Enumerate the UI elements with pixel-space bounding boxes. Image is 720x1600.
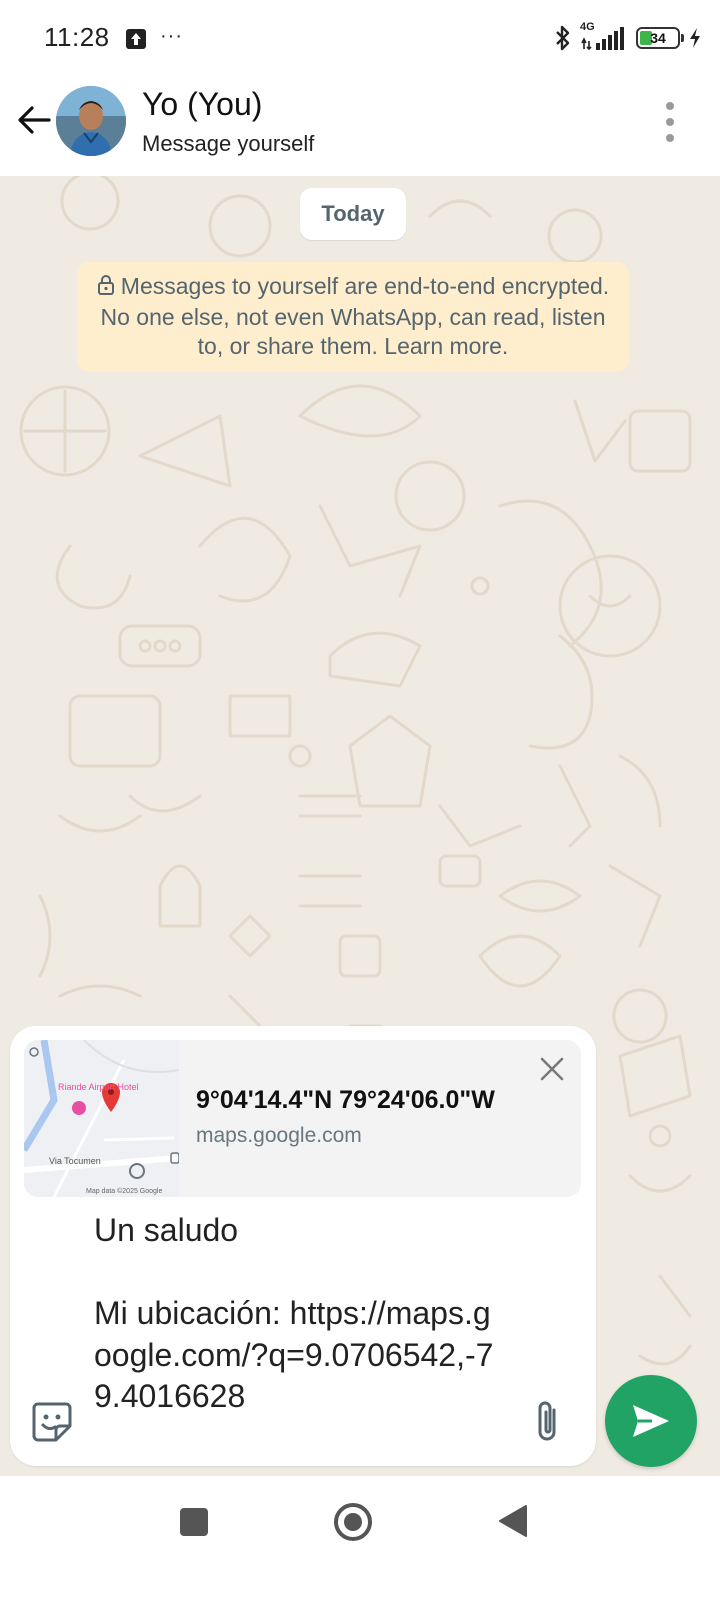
status-indicators: 4G 34 [554, 21, 702, 54]
map-road-label: Via Tocumen [49, 1156, 101, 1166]
preview-domain: maps.google.com [196, 1124, 362, 1147]
map-thumbnail: Riande Airport Hotel Via Tocumen Map dat… [24, 1040, 179, 1197]
encryption-notice[interactable]: Messages to yourself are end-to-end encr… [77, 262, 629, 372]
status-time: 11:28 [44, 22, 110, 52]
home-button[interactable] [333, 1502, 373, 1542]
more-options-icon [666, 102, 674, 110]
recents-button[interactable] [180, 1508, 208, 1536]
close-preview-button[interactable] [535, 1052, 569, 1086]
back-button[interactable] [12, 98, 56, 142]
map-hotel-label: Riande Airport Hotel [58, 1082, 139, 1092]
system-nav-bar [0, 1476, 720, 1600]
battery-level: 34 [650, 30, 666, 46]
contact-name[interactable]: Yo (You) [142, 86, 262, 123]
arrow-left-icon [18, 106, 51, 134]
map-attribution: Map data ©2025 Google [86, 1187, 162, 1195]
message-input[interactable]: Un saludo Mi ubicación: https://maps.goo… [94, 1210, 504, 1418]
status-bar: 11:28 ··· 4G 34 [0, 0, 720, 76]
message-composer: Riande Airport Hotel Via Tocumen Map dat… [10, 1026, 596, 1466]
upload-icon [125, 28, 147, 50]
sticker-icon [32, 1402, 72, 1442]
nav-back-button[interactable] [498, 1504, 528, 1538]
charging-icon [688, 27, 702, 49]
send-icon [633, 1405, 669, 1437]
preview-title: 9°04'14.4"N 79°24'06.0"W [196, 1086, 495, 1114]
contact-status: Message yourself [142, 131, 315, 156]
sticker-button[interactable] [30, 1400, 74, 1444]
date-chip: Today [300, 188, 406, 240]
close-icon [540, 1057, 564, 1081]
more-options-button[interactable] [660, 102, 680, 142]
more-notifications-icon: ··· [160, 25, 183, 47]
avatar[interactable] [56, 86, 126, 156]
paperclip-icon [538, 1401, 556, 1441]
battery-icon: 34 [636, 27, 684, 49]
triangle-back-icon [499, 1505, 527, 1537]
lock-icon [97, 274, 115, 303]
bluetooth-icon [554, 24, 572, 52]
home-icon [334, 1503, 372, 1541]
chat-header: Yo (You) Message yourself [0, 76, 720, 176]
signal-icon: 4G [580, 21, 628, 53]
attach-button[interactable] [530, 1398, 566, 1446]
send-button[interactable] [605, 1375, 697, 1467]
whatsapp-chat-screen: 11:28 ··· 4G 34 Yo (You) Message yoursel… [0, 0, 720, 1600]
encryption-notice-text: Messages to yourself are end-to-end encr… [100, 273, 610, 359]
link-preview[interactable]: Riande Airport Hotel Via Tocumen Map dat… [24, 1040, 581, 1197]
